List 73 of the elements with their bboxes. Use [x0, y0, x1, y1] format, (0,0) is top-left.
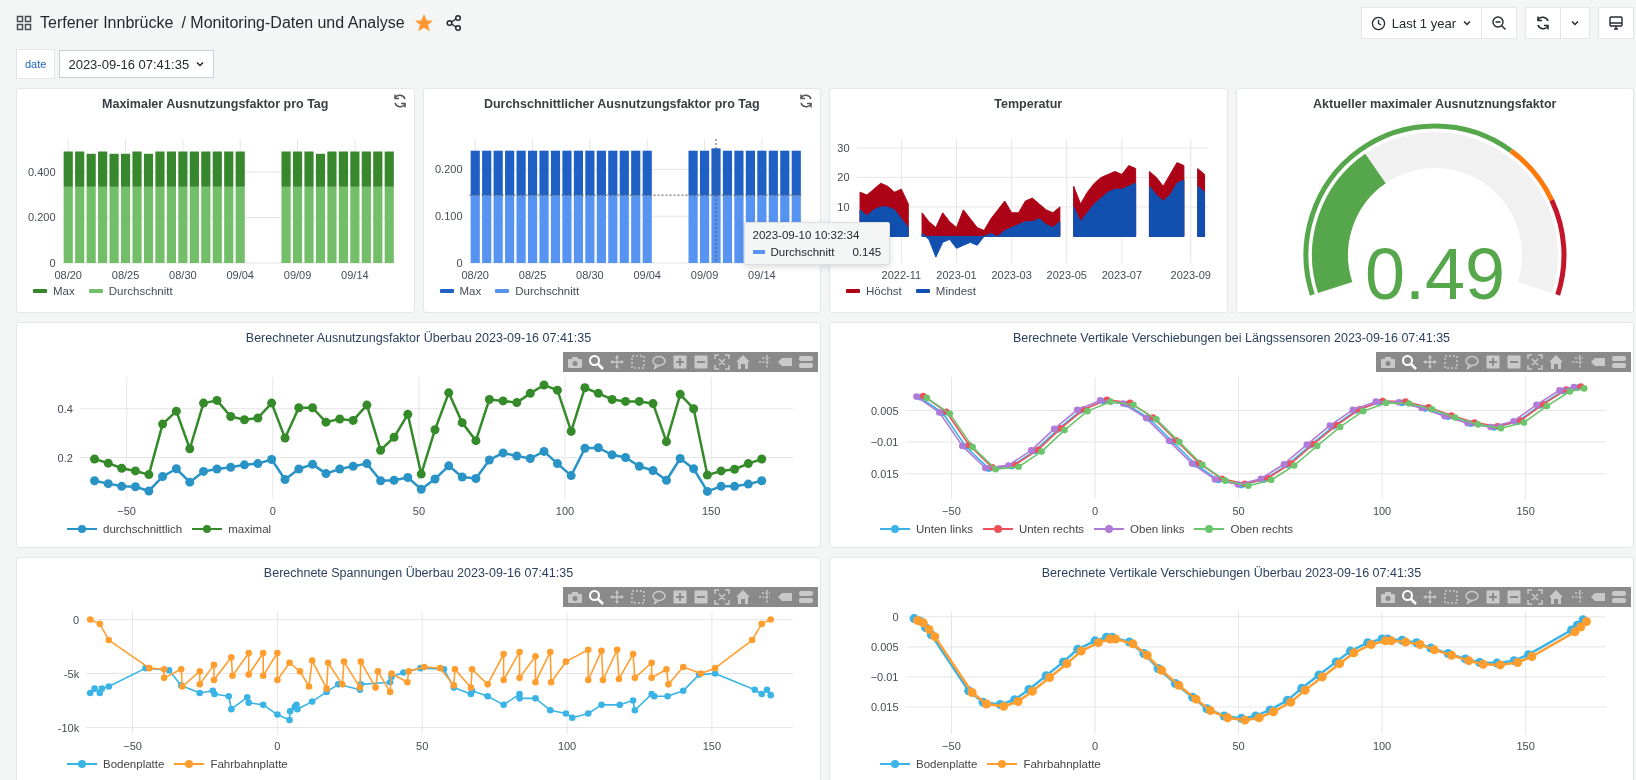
axis-label: 0.4 [57, 402, 73, 415]
axis-label: 0 [72, 613, 79, 626]
axis-label: 150 [1515, 740, 1535, 752]
axis-label: 20 [837, 171, 850, 184]
axis-label: −0.01 [870, 670, 898, 683]
dashboard-title: / Monitoring-Daten und Analyse [181, 14, 405, 32]
variable-label: date [16, 49, 56, 79]
axis-label: 0 [49, 257, 56, 269]
tooltip-value: 0.145 [852, 246, 882, 258]
axis-label: 2023-03 [991, 269, 1033, 281]
axis-label: 150 [702, 740, 721, 752]
axis-label: 08/25 [112, 269, 140, 281]
axis-label: 100 [1372, 740, 1391, 752]
axis-label: 50 [412, 505, 425, 517]
axis-label: 2023-05 [1046, 269, 1088, 281]
axis-label: 2022-11 [881, 269, 922, 281]
panel-title: Aktueller maximaler Ausnutznungsfaktor [1313, 96, 1557, 113]
axis-label: 100 [555, 505, 574, 517]
panel-title: Berechnete Vertikale Verschiebungen bei Längssensoren 2023-09-16 07:41:35 [1012, 330, 1451, 347]
axis-label: -10k [57, 721, 79, 734]
axis-label: 09/04 [633, 269, 661, 281]
axis-label: 2023-09 [1170, 269, 1212, 281]
axis-label: 08/30 [575, 269, 604, 281]
axis-label: 150 [1515, 505, 1535, 517]
axis-label: 0.200 [434, 163, 463, 176]
axis-label: 0.015 [870, 700, 898, 713]
axis-label: 0 [1091, 505, 1098, 517]
axis-label: 0 [1091, 740, 1098, 752]
axis-label: 08/30 [169, 269, 197, 281]
panel-title: Berechnete Spannungen Überbau 2023-09-16 07:41:35 [263, 565, 574, 582]
axis-label: 08/20 [54, 269, 83, 281]
tooltip-time: 2023-09-10 10:32:34 [752, 229, 861, 241]
axis-label: 50 [415, 740, 428, 752]
axis-label: 09/14 [341, 269, 369, 281]
axis-label: 0 [891, 610, 898, 623]
axis-label: −50 [122, 740, 142, 752]
axis-label: 0.2 [57, 451, 73, 464]
axis-label: −50 [941, 740, 961, 752]
axis-label: 2023-01 [936, 269, 977, 281]
gauge-value: 0.49 [1364, 234, 1505, 305]
axis-label: 100 [1372, 505, 1391, 517]
axis-label: 10 [837, 200, 850, 213]
axis-label: −50 [116, 505, 136, 517]
axis-label: 0.200 [28, 211, 56, 224]
axis-label: 0 [273, 740, 280, 752]
axis-label: 50 [1231, 505, 1245, 517]
axis-label: 08/25 [518, 269, 547, 281]
panel-title: Temperatur [994, 96, 1063, 113]
axis-label: 08/20 [461, 269, 489, 281]
axis-label: 150 [701, 505, 720, 517]
axis-label: 0.015 [870, 467, 898, 480]
axis-label: 0.400 [28, 166, 56, 178]
axis-label: 100 [557, 740, 576, 752]
axis-label: −50 [941, 505, 961, 517]
axis-label: 09/09 [690, 269, 719, 281]
axis-label: 30 [837, 141, 850, 154]
panel-title: Maximaler Ausnutzungsfaktor pro Tag [102, 96, 329, 113]
axis-label: -5k [63, 667, 79, 680]
panel-title: Durchschnittlicher Ausnutzungsfaktor pro Tag [483, 96, 760, 113]
axis-label: 09/09 [284, 269, 312, 281]
axis-label: 50 [1231, 740, 1245, 752]
panel-title: Berechnete Vertikale Verschiebungen Überbau 2023-09-16 07:41:35 [1041, 565, 1422, 582]
axis-label: 09/14 [747, 269, 776, 281]
axis-label: 09/04 [226, 269, 255, 281]
axis-label: 0 [269, 505, 276, 517]
axis-label: 2023-07 [1101, 269, 1143, 281]
axis-label: 0.005 [870, 404, 898, 417]
axis-label: 0.005 [870, 640, 898, 653]
tooltip-series: Durchschnitt [770, 246, 835, 258]
panel-title: Berechneter Ausnutzungsfaktor Überbau 2023-09-16 07:41:35 [245, 330, 592, 347]
axis-label: −0.01 [870, 436, 898, 449]
axis-label: 0.100 [434, 210, 463, 223]
axis-label: 0 [456, 257, 463, 269]
